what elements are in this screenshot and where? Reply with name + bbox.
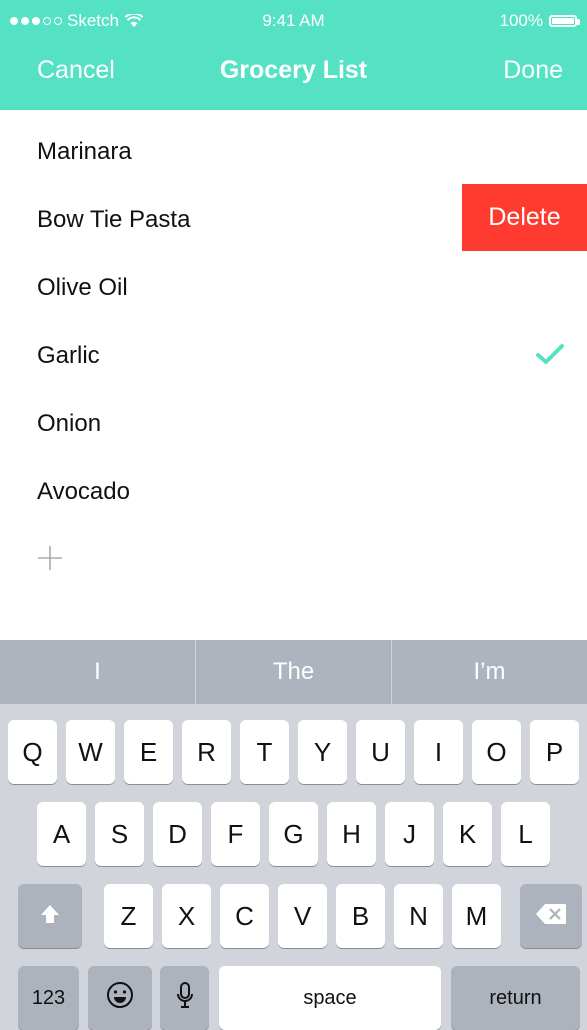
checkmark-icon <box>535 342 565 373</box>
key-w[interactable]: W <box>66 720 115 784</box>
key-j[interactable]: J <box>385 802 434 866</box>
key-r[interactable]: R <box>182 720 231 784</box>
suggestion-bar: I The I’m <box>0 640 587 704</box>
key-y[interactable]: Y <box>298 720 347 784</box>
key-a[interactable]: A <box>37 802 86 866</box>
emoji-key[interactable] <box>88 966 152 1030</box>
shift-key[interactable] <box>18 884 82 948</box>
done-button[interactable]: Done <box>503 56 563 85</box>
list-item-label: Bow Tie Pasta <box>37 206 191 233</box>
header: Sketch 9:41 AM 100% Cancel Grocery List … <box>0 0 587 110</box>
suggestion-item[interactable]: I <box>0 640 196 704</box>
suggestion-item[interactable]: The <box>196 640 392 704</box>
key-q[interactable]: Q <box>8 720 57 784</box>
key-l[interactable]: L <box>501 802 550 866</box>
key-f[interactable]: F <box>211 802 260 866</box>
key-u[interactable]: U <box>356 720 405 784</box>
list-item[interactable]: Onion <box>0 390 587 458</box>
key-n[interactable]: N <box>394 884 443 948</box>
key-p[interactable]: P <box>530 720 579 784</box>
backspace-key[interactable] <box>520 884 582 948</box>
list-item-label: Garlic <box>37 342 100 369</box>
microphone-icon <box>176 981 194 1016</box>
navigation-bar: Cancel Grocery List Done <box>0 40 587 100</box>
key-z[interactable]: Z <box>104 884 153 948</box>
numbers-key[interactable]: 123 <box>18 966 79 1030</box>
list-item[interactable]: Avocado <box>0 458 587 526</box>
list-item-label: Olive Oil <box>37 274 128 301</box>
key-b[interactable]: B <box>336 884 385 948</box>
key-s[interactable]: S <box>95 802 144 866</box>
key-x[interactable]: X <box>162 884 211 948</box>
battery-icon <box>549 15 580 27</box>
key-o[interactable]: O <box>472 720 521 784</box>
mic-key[interactable] <box>160 966 209 1030</box>
list-item-label: Avocado <box>37 478 130 505</box>
suggestion-item[interactable]: I’m <box>392 640 587 704</box>
backspace-icon <box>535 901 567 932</box>
key-d[interactable]: D <box>153 802 202 866</box>
key-k[interactable]: K <box>443 802 492 866</box>
keyboard: I The I’m Q W E R T Y U I O P A S D F G … <box>0 640 587 1030</box>
cancel-button[interactable]: Cancel <box>37 56 115 85</box>
list-item-label: Marinara <box>37 138 132 165</box>
shift-arrow-icon <box>39 901 61 932</box>
list-item[interactable]: Garlic <box>0 322 587 390</box>
emoji-face-icon <box>106 981 134 1016</box>
key-t[interactable]: T <box>240 720 289 784</box>
key-c[interactable]: C <box>220 884 269 948</box>
add-item-button[interactable] <box>0 526 587 594</box>
key-g[interactable]: G <box>269 802 318 866</box>
plus-icon <box>37 545 63 576</box>
status-bar: Sketch 9:41 AM 100% <box>0 0 587 36</box>
battery-percent: 100% <box>499 11 543 30</box>
list-item[interactable]: Marinara <box>0 118 587 186</box>
delete-button[interactable]: Delete <box>462 184 587 251</box>
list-item[interactable]: Olive Oil <box>0 254 587 322</box>
key-h[interactable]: H <box>327 802 376 866</box>
key-e[interactable]: E <box>124 720 173 784</box>
key-v[interactable]: V <box>278 884 327 948</box>
key-m[interactable]: M <box>452 884 501 948</box>
space-key[interactable]: space <box>219 966 441 1030</box>
grocery-list: Marinara Bow Tie Pasta Olive Oil Garlic … <box>0 118 587 594</box>
key-i[interactable]: I <box>414 720 463 784</box>
return-key[interactable]: return <box>451 966 580 1030</box>
list-item-label: Onion <box>37 410 102 437</box>
